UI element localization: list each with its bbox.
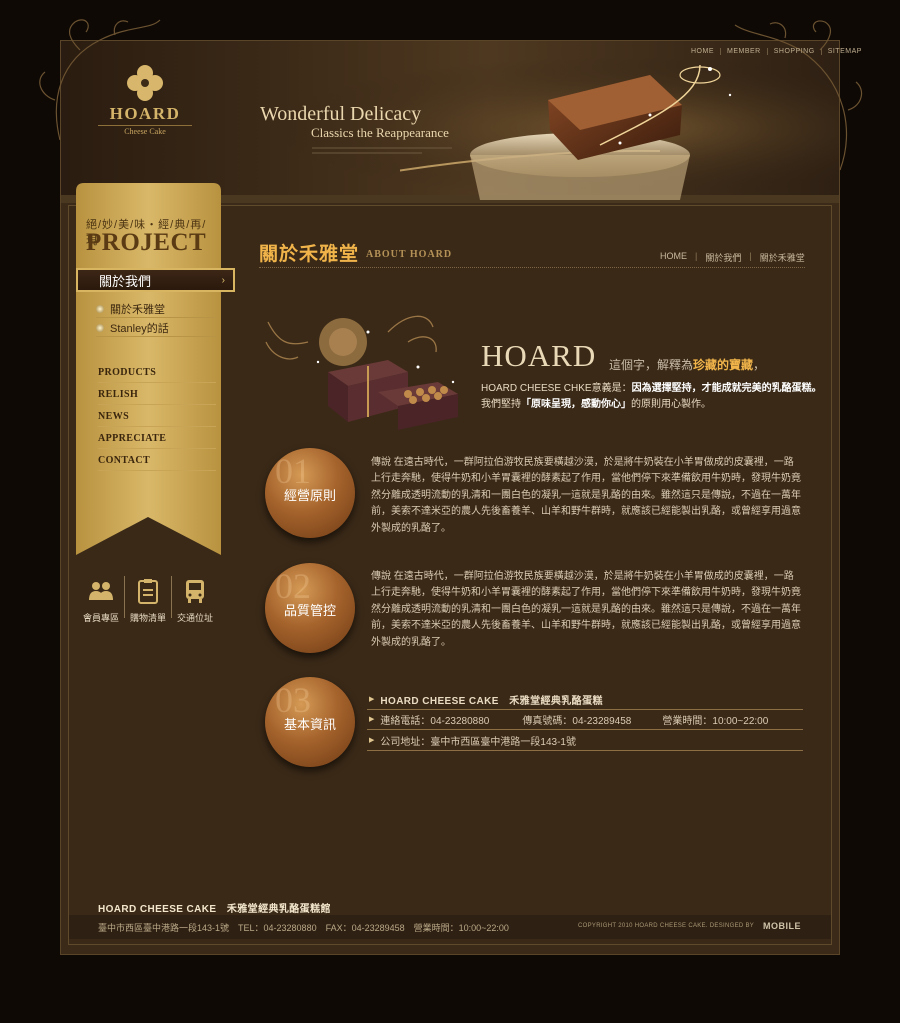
sidebar-item-contact[interactable]: CONTACT [98, 450, 216, 471]
clipboard-icon [138, 579, 158, 604]
sidebar-item-relish[interactable]: RELISH [98, 384, 216, 405]
triangle-bullet-icon: ▶ [369, 737, 375, 744]
section-badge-principles: 01 經營原則 [265, 448, 355, 538]
info-fax: 傳真號碼：04-23289458 [522, 715, 632, 727]
logo-clover-icon [127, 65, 163, 101]
page-title: 關於禾雅堂 [259, 244, 360, 265]
quick-cart-label: 購物清單 [129, 613, 166, 623]
project-heading: PROJECT [86, 229, 207, 256]
section-text-quality: 傳說 在遠古時代，一群阿拉伯游牧民族要橫越沙漠，於是將牛奶裝在小羊胃做成的皮囊裡… [371, 571, 801, 648]
breadcrumb-home[interactable]: HOME [660, 251, 687, 264]
info-title: HOARD CHEESE CAKE 禾雅堂經典乳酪蛋糕 [380, 695, 603, 707]
hoard-tagline: 這個字，解釋為珍藏的寶藏， [609, 356, 765, 373]
info-address-row: ▶ 公司地址：臺中市西區臺中港路一段143-1號 [367, 730, 803, 751]
quick-member-label: 會員專區 [82, 613, 119, 623]
sidebar-sub-about-hoard[interactable]: 關於禾雅堂 [96, 300, 216, 318]
sidebar-item-appreciate[interactable]: APPRECIATE [98, 428, 216, 449]
triangle-bullet-icon: ▶ [369, 696, 375, 703]
triangle-bullet-icon: ▶ [369, 716, 375, 723]
topnav-home[interactable]: HOME [685, 47, 721, 55]
sidebar-item-products[interactable]: PRODUCTS [98, 362, 216, 383]
intro-line-1: HOARD CHEESE CHKE意義是：因為選擇堅持，才能成就完美的乳酪蛋糕。 [481, 379, 822, 394]
footer-address: 臺中市西區臺中港路一段143-1號 TEL：04-23280880 FAX：04… [98, 923, 509, 933]
intro-line-2b: 「原味呈現，感動你心」 [521, 399, 631, 410]
bullet-icon [96, 323, 104, 332]
intro-line-2c: 的原則用心製作。 [631, 399, 711, 410]
section-label: 經營原則 [283, 488, 336, 503]
bullet-icon [96, 304, 104, 313]
info-address: 公司地址：臺中市西區臺中港路一段143-1號 [380, 736, 576, 748]
logo-text[interactable]: HOARD [98, 104, 192, 124]
hoard-heading: HOARD [481, 338, 597, 373]
slogan-title: Wonderful Delicacy [260, 103, 422, 125]
info-contact-row: ▶ 連絡電話：04-23280880 傳真號碼：04-23289458 營業時間… [367, 709, 803, 730]
designer-logo[interactable]: MOBILE [763, 921, 801, 931]
sidebar-item-about-us[interactable]: 關於我們 › [76, 268, 235, 292]
sidebar-sub-label: Stanley的話 [110, 322, 169, 335]
topnav-member[interactable]: MEMBER [721, 47, 768, 55]
quick-transport-label: 交通位址 [176, 613, 213, 623]
info-phone: 連絡電話：04-23280880 [380, 715, 490, 727]
quick-transport[interactable]: 交通位址 [172, 578, 218, 624]
breadcrumb-about-us[interactable]: 關於我們 [705, 251, 741, 264]
title-divider [259, 267, 805, 268]
cake-illustration [400, 64, 732, 200]
section-text-principles: 傳說 在遠古時代，一群阿拉伯游牧民族要橫越沙漠，於是將牛奶裝在小羊胃做成的皮囊裡… [371, 457, 801, 534]
footer-title: HOARD CHEESE CAKE 禾雅堂經典乳酪蛋糕館 [98, 904, 331, 915]
tagline-suffix: ， [753, 358, 766, 372]
logo-tagline: Cheese Cake [98, 125, 192, 136]
section-label: 品質管控 [283, 603, 336, 618]
footer-copyright: COPYRIGHT 2010 HOARD CHEESE CAKE. DESING… [578, 923, 755, 929]
quick-cart[interactable]: 購物清單 [125, 578, 171, 624]
page-subtitle: ABOUT HOARD [366, 249, 453, 260]
section-badge-quality: 02 品質管控 [265, 563, 355, 653]
sidebar-active-label: 關於我們 [99, 273, 152, 289]
quick-member[interactable]: 會員專區 [78, 578, 124, 624]
topnav-shopping[interactable]: SHOPPING [768, 47, 822, 55]
info-title-row: ▶ HOARD CHEESE CAKE 禾雅堂經典乳酪蛋糕 [367, 689, 803, 710]
chevron-right-icon: › [221, 274, 225, 286]
sidebar-item-news[interactable]: NEWS [98, 406, 216, 427]
gift-box-illustration [265, 315, 458, 430]
intro-line-1a: HOARD CHEESE CHKE意義是： [481, 383, 632, 394]
tagline-highlight: 珍藏的寶藏 [693, 358, 754, 372]
bus-icon [186, 580, 204, 603]
sidebar-sub-label: 關於禾雅堂 [110, 303, 165, 316]
sidebar-sub-stanley[interactable]: Stanley的話 [96, 319, 216, 337]
topnav-sitemap[interactable]: SITEMAP [822, 48, 868, 55]
members-icon [89, 582, 113, 600]
breadcrumb-separator: | [695, 251, 698, 261]
intro-line-1b: 因為選擇堅持，才能成就完美的乳酪蛋糕。 [631, 383, 822, 394]
section-label: 基本資訊 [283, 717, 336, 732]
info-hours: 營業時間：10:00~22:00 [662, 715, 769, 727]
section-badge-info: 03 基本資訊 [265, 677, 355, 767]
intro-line-2a: 我們堅持 [481, 399, 521, 410]
breadcrumb-separator: | [749, 251, 752, 261]
top-nav: HOME MEMBER SHOPPING SITEMAP [685, 45, 868, 57]
tagline-prefix: 這個字，解釋為 [609, 358, 694, 372]
intro-line-2: 我們堅持「原味呈現，感動你心」的原則用心製作。 [481, 395, 711, 410]
breadcrumb-current: 關於禾雅堂 [759, 253, 805, 263]
breadcrumb: HOME | 關於我們 | 關於禾雅堂 [660, 251, 805, 264]
